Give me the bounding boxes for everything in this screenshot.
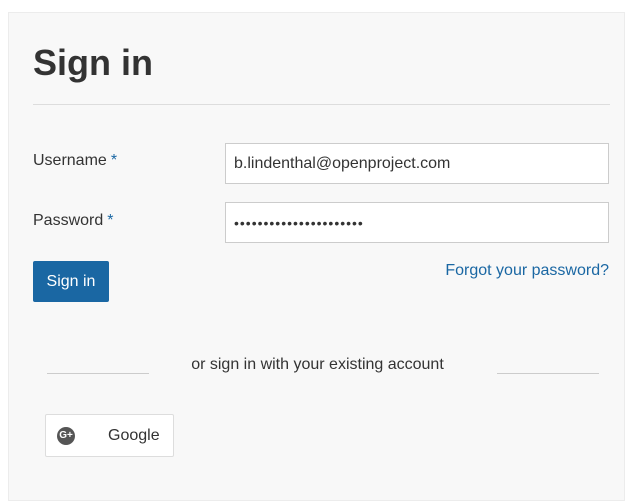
- google-login-button[interactable]: G+ Google: [45, 414, 174, 457]
- google-login-label: Google: [108, 427, 160, 444]
- username-label-text: Username: [33, 152, 107, 169]
- sign-in-button[interactable]: Sign in: [33, 261, 109, 302]
- password-input[interactable]: [225, 202, 609, 243]
- divider-line-right: [497, 373, 599, 374]
- login-panel: Sign in Username* Password* Sign in Forg…: [8, 12, 625, 501]
- password-label: Password *: [33, 211, 113, 231]
- required-marker: *: [107, 212, 114, 229]
- title-divider: [33, 104, 610, 105]
- password-label-text: Password: [33, 212, 104, 229]
- username-input[interactable]: [225, 143, 609, 184]
- page-title: Sign in: [33, 42, 153, 83]
- forgot-password-link[interactable]: Forgot your password?: [445, 261, 609, 281]
- alt-login-divider-text: or sign in with your existing account: [191, 356, 444, 373]
- google-plus-icon: G+: [57, 427, 75, 445]
- required-marker: *: [110, 152, 118, 169]
- username-label: Username *: [33, 151, 117, 171]
